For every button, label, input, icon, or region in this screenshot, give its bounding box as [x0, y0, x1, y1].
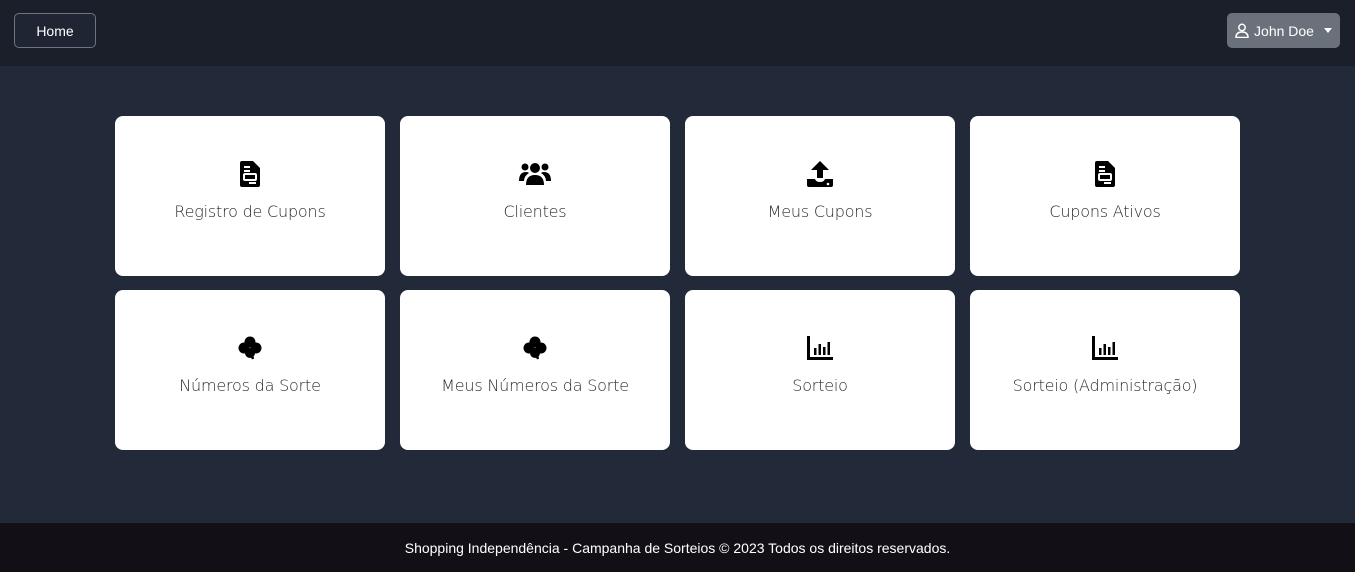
card-label: Clientes	[503, 202, 567, 221]
clover-icon	[523, 334, 547, 362]
card-numeros-da-sorte[interactable]: Números da Sorte	[115, 290, 385, 450]
top-navbar: Home John Doe	[0, 0, 1355, 66]
card-label: Registro de Cupons	[174, 202, 326, 221]
user-icon	[1235, 23, 1249, 38]
card-label: Cupons Ativos	[1049, 202, 1161, 221]
card-meus-numeros-da-sorte[interactable]: Meus Números da Sorte	[400, 290, 670, 450]
card-label: Sorteio	[792, 376, 848, 395]
card-cupons-ativos[interactable]: Cupons Ativos	[970, 116, 1240, 276]
card-clientes[interactable]: Clientes	[400, 116, 670, 276]
user-name: John Doe	[1254, 22, 1314, 39]
users-icon	[519, 160, 551, 188]
card-sorteio[interactable]: Sorteio	[685, 290, 955, 450]
card-label: Sorteio (Administração)	[1012, 376, 1198, 395]
card-label: Meus Cupons	[767, 202, 873, 221]
chart-bar-icon	[807, 334, 833, 362]
footer-copyright: Shopping Independência - Campanha de Sor…	[404, 539, 951, 556]
clover-icon	[238, 334, 262, 362]
card-label: Números da Sorte	[179, 376, 321, 395]
card-registro-de-cupons[interactable]: Registro de Cupons	[115, 116, 385, 276]
home-button[interactable]: Home	[14, 13, 96, 48]
user-menu-button[interactable]: John Doe	[1227, 13, 1340, 48]
footer: Shopping Independência - Campanha de Sor…	[0, 523, 1355, 572]
card-sorteio-administracao[interactable]: Sorteio (Administração)	[970, 290, 1240, 450]
file-invoice-icon	[240, 160, 260, 188]
upload-icon	[807, 160, 833, 188]
menu-card-grid: Registro de Cupons Clientes Meus Cupons	[115, 116, 1240, 450]
chevron-down-icon	[1323, 28, 1332, 33]
card-label: Meus Números da Sorte	[441, 376, 629, 395]
file-invoice-icon	[1095, 160, 1115, 188]
chart-bar-icon	[1092, 334, 1118, 362]
card-meus-cupons[interactable]: Meus Cupons	[685, 116, 955, 276]
